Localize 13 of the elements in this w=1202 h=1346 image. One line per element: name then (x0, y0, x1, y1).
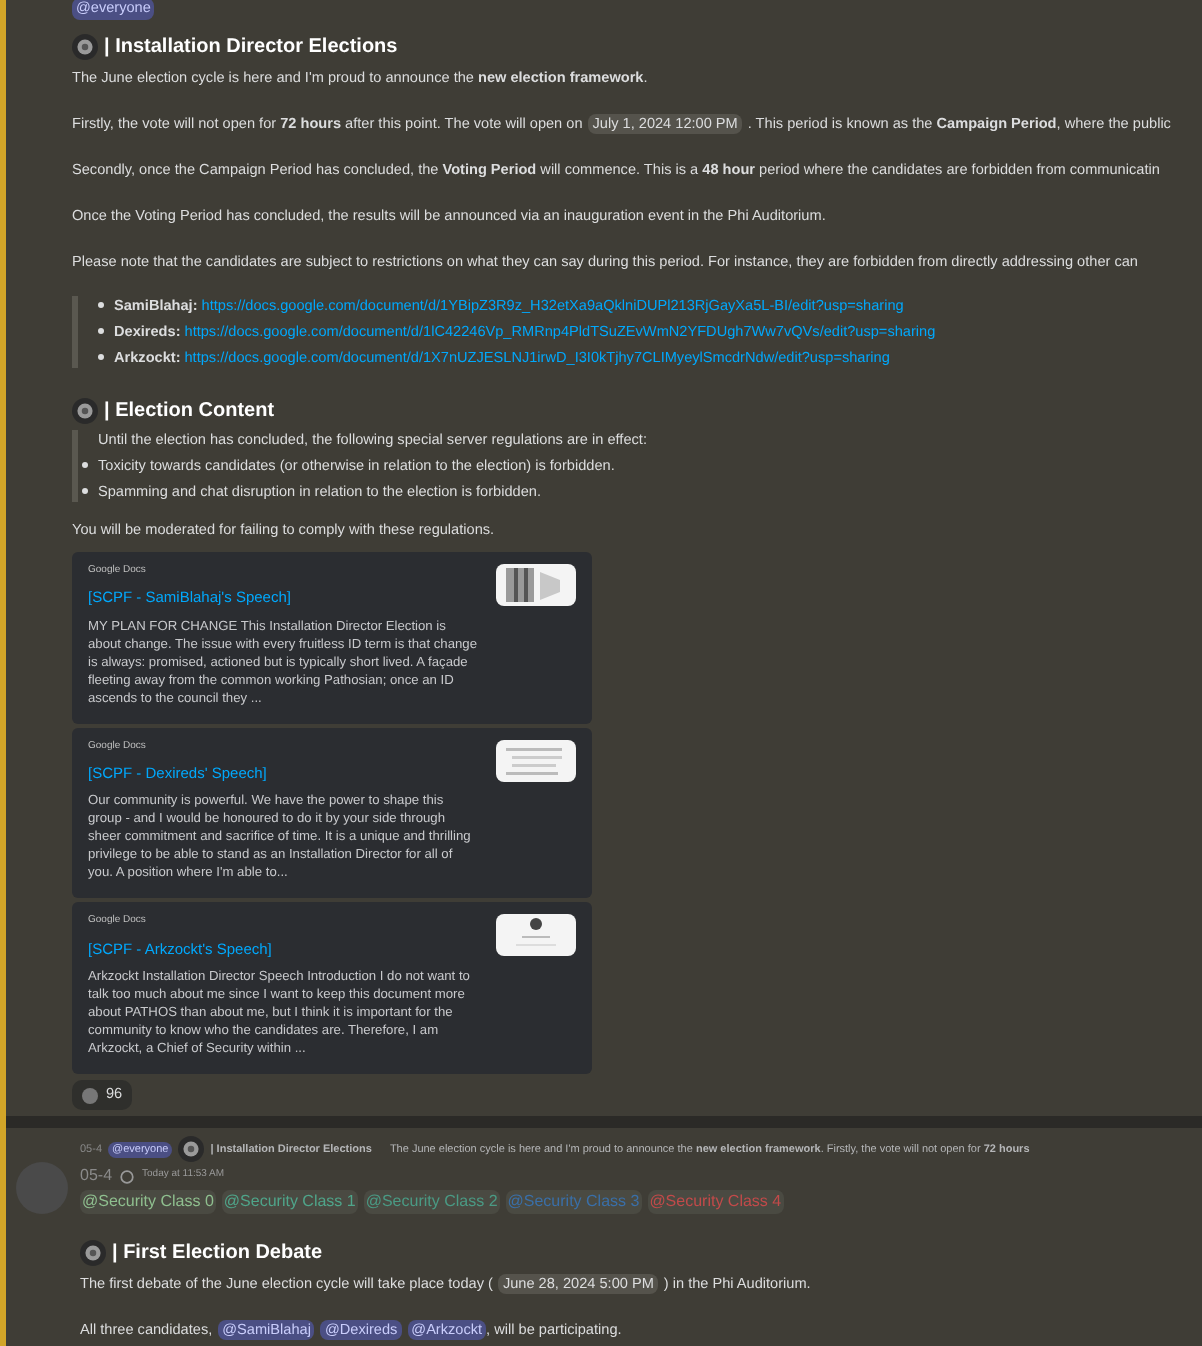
section-heading: | Election Content (104, 397, 275, 426)
badge-icon (120, 1169, 135, 1184)
role-mention[interactable]: @Security Class 1 (221, 1190, 358, 1215)
role-mention[interactable]: @Security Class 0 (80, 1190, 216, 1215)
author-name[interactable]: 05-4 (80, 1164, 113, 1189)
emblem-icon (178, 1136, 205, 1163)
section-heading: | First Election Debate (112, 1240, 323, 1269)
emblem-icon (72, 33, 98, 60)
emblem-icon (80, 1240, 106, 1267)
section-heading: | Installation Director Elections (104, 33, 398, 62)
emblem-icon (72, 397, 98, 424)
role-mention[interactable]: @Security Class 2 (363, 1190, 500, 1215)
emblem-icon (82, 1087, 98, 1104)
